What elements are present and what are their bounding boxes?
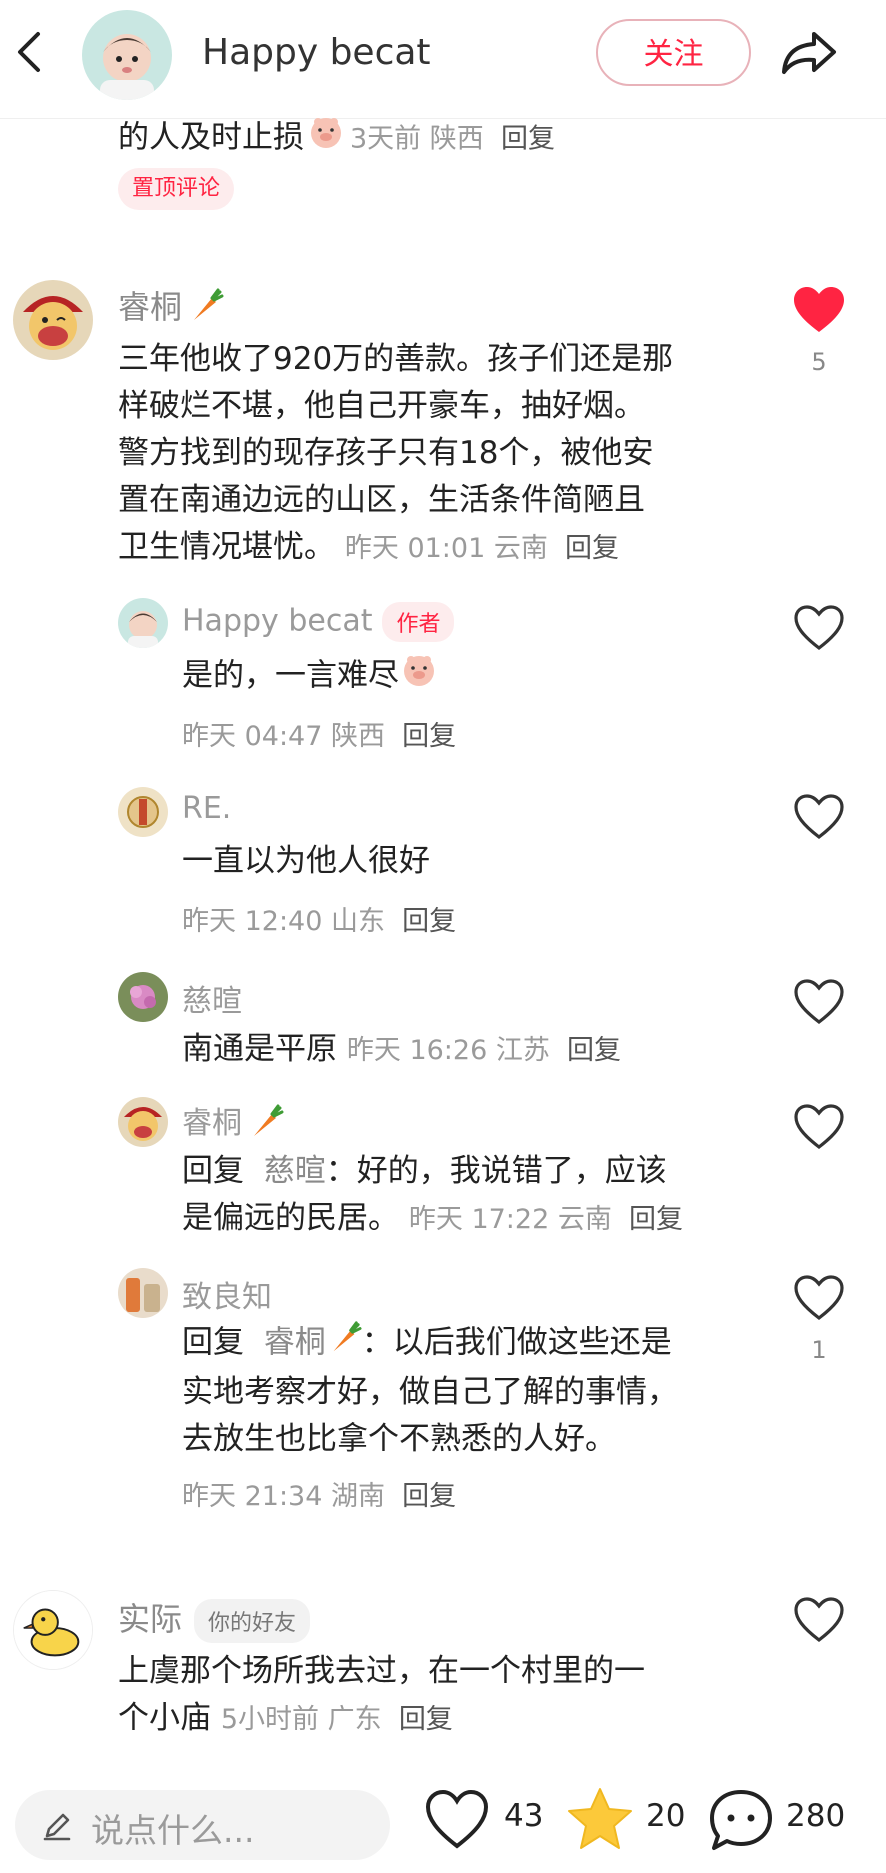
author-avatar[interactable]	[82, 10, 172, 100]
reply-meta: 昨天 17:22 云南 回复	[408, 1204, 684, 1235]
commenter-name-line: 睿桐	[118, 282, 224, 332]
reply-text: 回复 睿桐 ：以后我们做这些还是 实地考察才好，做自己了解的事情， 去放生也比拿个…	[182, 1319, 678, 1463]
carrot-emoji-icon	[186, 286, 224, 332]
post-star-count: 20	[646, 1798, 686, 1834]
pinned-comment-line: 的人及时止损 3天前 陕西 回复	[118, 114, 555, 164]
heart-icon[interactable]	[792, 1596, 846, 1646]
comment-text: 上虞那个场所我去过，在一个村里的一 个小庙 5小时前 广东 回复	[118, 1653, 645, 1736]
like-count: 5	[811, 348, 827, 376]
commenter-name-line: 实际 你的好友	[118, 1594, 311, 1643]
piggy-emoji-icon	[401, 652, 437, 702]
reply-text: 一直以为他人很好	[182, 843, 430, 879]
piggy-emoji-icon	[308, 114, 344, 164]
reply-meta: 昨天 04:47 陕西 回复	[182, 721, 457, 752]
back-arrow-icon[interactable]	[10, 30, 50, 74]
heart-icon[interactable]	[792, 286, 846, 336]
bottom-action-bar: 说点什么... 43 20 280	[0, 1772, 886, 1873]
reply-text: 回复 慈暄：好的，我说错了，应该 是偏远的民居。 昨天 17:22 云南 回复	[182, 1153, 684, 1236]
reply-avatar[interactable]	[118, 972, 168, 1022]
pinned-comment-tag: 置顶评论	[118, 168, 235, 210]
reply-name-line: 睿桐	[182, 1098, 284, 1148]
reply-name[interactable]: 慈暄	[182, 976, 242, 1020]
pinned-comment-text: 的人及时止损	[118, 119, 304, 156]
reply-name[interactable]: 睿桐	[182, 1106, 242, 1141]
reply-avatar[interactable]	[118, 598, 168, 648]
comment-input-placeholder: 说点什么...	[91, 1811, 255, 1850]
top-bar: Happy becat 关注	[0, 0, 886, 119]
comment-meta: 5小时前 广东 回复	[220, 1704, 453, 1735]
heart-icon[interactable]	[792, 1274, 846, 1324]
reply-button[interactable]: 回复	[402, 906, 456, 937]
comment-input[interactable]: 说点什么...	[15, 1790, 390, 1860]
like-count: 1	[811, 1336, 827, 1364]
reply-button[interactable]: 回复	[399, 1704, 453, 1735]
reply-name[interactable]: Happy becat	[182, 604, 372, 639]
reply-to-name[interactable]: 慈暄	[264, 1153, 326, 1189]
heart-icon[interactable]	[792, 604, 846, 654]
commenter-avatar[interactable]	[13, 1590, 93, 1670]
comment-meta: 昨天 01:01 云南 回复	[344, 533, 620, 564]
reply-name-line: Happy becat 作者	[182, 602, 455, 642]
carrot-emoji-icon	[246, 1102, 284, 1148]
reply-meta: 昨天 12:40 山东 回复	[182, 906, 457, 937]
post-comment-count: 280	[786, 1798, 846, 1834]
commenter-name[interactable]: 实际	[118, 1600, 182, 1638]
reply-avatar[interactable]	[118, 1268, 168, 1318]
reply-meta: 昨天 16:26 江苏 回复	[346, 1035, 622, 1066]
author-tag: 作者	[382, 602, 455, 642]
heart-icon[interactable]	[424, 1788, 490, 1852]
reply-to-name[interactable]: 睿桐	[264, 1325, 326, 1361]
carrot-emoji-icon	[326, 1319, 362, 1369]
reply-button[interactable]: 回复	[629, 1204, 683, 1235]
heart-icon[interactable]	[792, 793, 846, 843]
reply-button[interactable]: 回复	[402, 721, 456, 752]
share-icon[interactable]	[778, 28, 838, 78]
author-name[interactable]: Happy becat	[202, 32, 431, 73]
reply-button[interactable]: 回复	[402, 1481, 456, 1512]
pencil-icon	[41, 1810, 73, 1846]
commenter-avatar[interactable]	[13, 280, 93, 360]
heart-icon[interactable]	[792, 978, 846, 1028]
reply-name[interactable]: RE.	[182, 791, 231, 826]
follow-button[interactable]: 关注	[596, 19, 751, 86]
comment-bubble-icon[interactable]	[708, 1788, 774, 1852]
reply-avatar[interactable]	[118, 1097, 168, 1147]
reply-button[interactable]: 回复	[567, 1035, 621, 1066]
reply-text: 是的，一言难尽	[182, 652, 437, 702]
reply-button[interactable]: 回复	[501, 124, 555, 155]
reply-name[interactable]: 致良知	[182, 1272, 272, 1316]
heart-icon[interactable]	[792, 1103, 846, 1153]
pinned-comment-meta: 3天前 陕西 回复	[350, 123, 555, 155]
reply-text: 南通是平原 昨天 16:26 江苏 回复	[182, 1031, 622, 1067]
friend-tag: 你的好友	[194, 1599, 311, 1643]
comment-text: 三年他收了920万的善款。孩子们还是那 样破烂不堪，他自己开豪车，抽好烟。 警方…	[118, 341, 674, 565]
commenter-name[interactable]: 睿桐	[118, 288, 182, 326]
reply-avatar[interactable]	[118, 787, 168, 837]
reply-button[interactable]: 回复	[565, 533, 619, 564]
post-like-count: 43	[504, 1798, 544, 1834]
star-icon[interactable]	[566, 1786, 634, 1852]
reply-meta: 昨天 21:34 湖南 回复	[182, 1481, 457, 1512]
